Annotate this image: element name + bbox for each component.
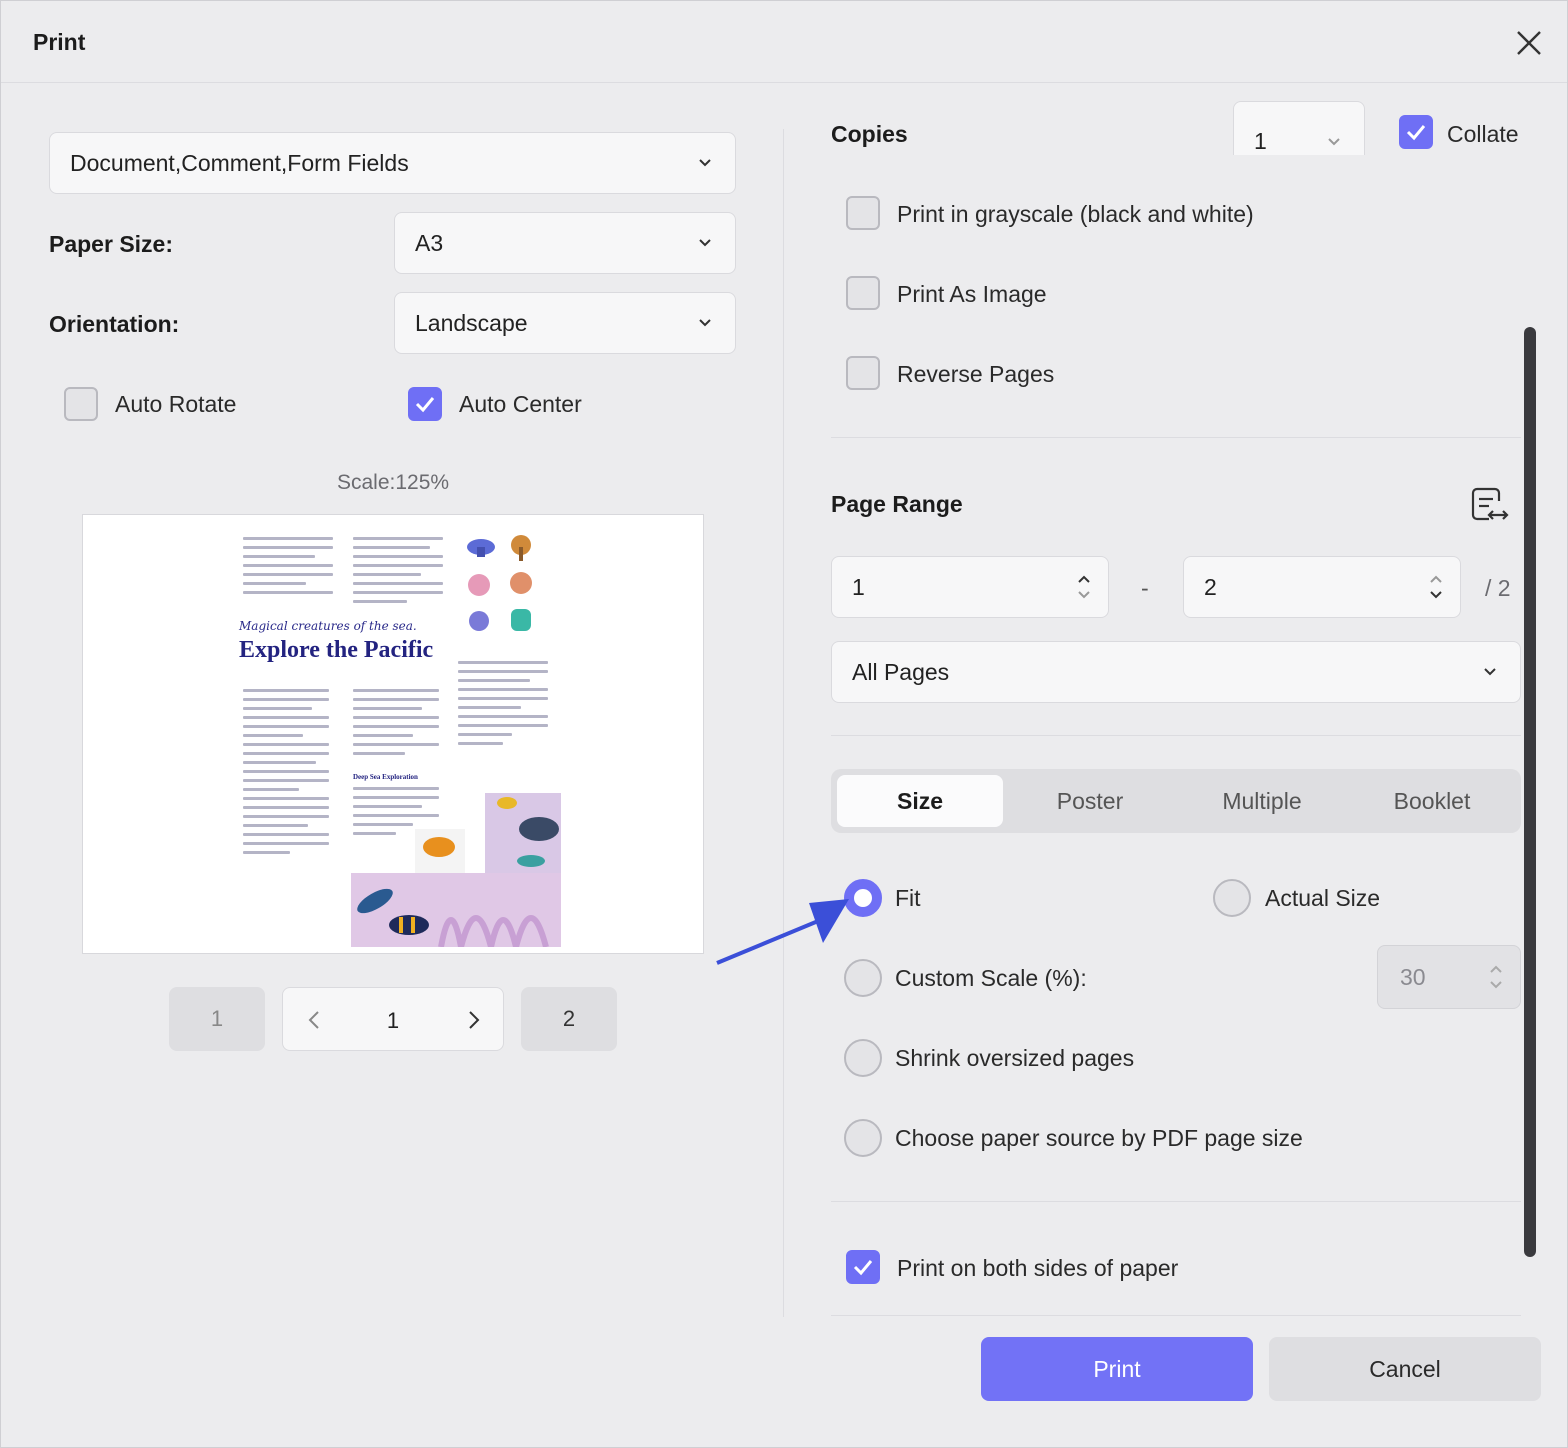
paper-size-select[interactable]: A3 bbox=[394, 212, 736, 274]
range-total: / 2 bbox=[1485, 575, 1511, 601]
scale-text: Scale:125% bbox=[337, 471, 450, 494]
preview-section-heading: Deep Sea Exploration bbox=[353, 773, 418, 781]
range-from-input[interactable]: 1 bbox=[831, 556, 1109, 618]
sea-photo-collage bbox=[351, 793, 561, 947]
orientation-value: Landscape bbox=[415, 309, 528, 336]
actual-size-radio[interactable] bbox=[1213, 879, 1251, 917]
auto-rotate-checkbox[interactable] bbox=[64, 387, 98, 421]
auto-rotate-label: Auto Rotate bbox=[115, 391, 237, 417]
tab-poster[interactable]: Poster bbox=[1007, 775, 1173, 827]
stepper-arrows-icon[interactable] bbox=[1076, 571, 1092, 603]
section-divider bbox=[831, 735, 1521, 736]
checkmark-icon bbox=[415, 397, 435, 413]
custom-scale-label: Custom Scale (%): bbox=[895, 965, 1087, 991]
scrollbar-thumb[interactable] bbox=[1524, 327, 1536, 1257]
auto-center-checkbox[interactable] bbox=[408, 387, 442, 421]
copies-label: Copies bbox=[831, 121, 908, 147]
section-divider bbox=[831, 1201, 1521, 1202]
pages-select[interactable]: All Pages bbox=[831, 641, 1521, 703]
custom-scale-input[interactable]: 30 bbox=[1377, 945, 1521, 1009]
print-button[interactable]: Print bbox=[981, 1337, 1253, 1401]
first-page-button[interactable]: 1 bbox=[169, 987, 265, 1051]
content-select[interactable]: Document,Comment,Form Fields bbox=[49, 132, 736, 194]
preview-text-block bbox=[243, 537, 333, 600]
preview-text-block bbox=[353, 689, 439, 761]
preview-subtitle: Magical creatures of the sea. bbox=[239, 619, 417, 633]
print-as-image-label: Print As Image bbox=[897, 281, 1047, 307]
chevron-down-icon bbox=[1328, 138, 1340, 146]
print-as-image-checkbox[interactable] bbox=[846, 276, 880, 310]
chevron-right-icon[interactable] bbox=[465, 1010, 483, 1030]
stepper-arrows-icon bbox=[1490, 965, 1502, 989]
shrink-oversized-radio[interactable] bbox=[844, 1039, 882, 1077]
title-bar: Print bbox=[1, 1, 1567, 83]
copies-row: Copies 1 Collate bbox=[831, 101, 1551, 155]
reverse-pages-checkbox[interactable] bbox=[846, 356, 880, 390]
preview-text-block bbox=[243, 689, 329, 860]
content-select-value: Document,Comment,Form Fields bbox=[70, 149, 409, 176]
collate-checkbox[interactable] bbox=[1399, 115, 1433, 149]
fit-label: Fit bbox=[895, 885, 921, 911]
both-sides-checkbox[interactable] bbox=[846, 1250, 880, 1284]
tab-booklet[interactable]: Booklet bbox=[1349, 775, 1515, 827]
chevron-down-icon bbox=[1484, 668, 1496, 676]
copies-input[interactable]: 1 bbox=[1233, 101, 1365, 155]
print-mode-tabs: Size Poster Multiple Booklet bbox=[831, 769, 1521, 833]
range-to-input[interactable]: 2 bbox=[1183, 556, 1461, 618]
custom-scale-value: 30 bbox=[1400, 963, 1426, 990]
copies-value: 1 bbox=[1254, 127, 1267, 154]
coral-illustration bbox=[467, 535, 532, 631]
pages-select-value: All Pages bbox=[852, 658, 950, 685]
page-navigator: 1 bbox=[282, 987, 504, 1051]
checkmark-icon bbox=[1406, 125, 1426, 141]
shrink-oversized-label: Shrink oversized pages bbox=[895, 1045, 1135, 1071]
chevron-down-icon bbox=[699, 319, 711, 327]
tab-size[interactable]: Size bbox=[837, 775, 1003, 827]
print-preview: Magical creatures of the sea. Explore th… bbox=[82, 514, 704, 954]
cancel-button[interactable]: Cancel bbox=[1269, 1337, 1541, 1401]
chevron-down-icon bbox=[699, 159, 711, 167]
page-range-title: Page Range bbox=[831, 491, 963, 517]
orientation-label: Orientation: bbox=[49, 311, 180, 337]
paper-source-label: Choose paper source by PDF page size bbox=[895, 1125, 1303, 1151]
page-swap-icon[interactable] bbox=[1469, 483, 1511, 525]
panel-divider bbox=[783, 129, 784, 1317]
both-sides-label: Print on both sides of paper bbox=[897, 1255, 1179, 1281]
preview-text-block bbox=[353, 537, 443, 609]
collate-label: Collate bbox=[1447, 121, 1519, 147]
tab-multiple[interactable]: Multiple bbox=[1177, 775, 1347, 827]
orientation-select[interactable]: Landscape bbox=[394, 292, 736, 354]
annotation-arrow-icon bbox=[716, 899, 849, 965]
paper-size-value: A3 bbox=[415, 229, 444, 256]
print-dialog: Print Document,Comment,Form Fields Paper… bbox=[0, 0, 1568, 1448]
range-dash: - bbox=[1141, 575, 1149, 601]
range-from-value: 1 bbox=[852, 573, 865, 600]
range-to-value: 2 bbox=[1204, 573, 1217, 600]
auto-center-label: Auto Center bbox=[459, 391, 582, 417]
last-page-button[interactable]: 2 bbox=[521, 987, 617, 1051]
paper-source-radio[interactable] bbox=[844, 1119, 882, 1157]
grayscale-label: Print in grayscale (black and white) bbox=[897, 201, 1254, 227]
section-divider bbox=[831, 1315, 1521, 1316]
checkmark-icon bbox=[853, 1260, 873, 1276]
stepper-arrows-icon[interactable] bbox=[1428, 571, 1444, 603]
section-divider bbox=[831, 437, 1521, 438]
preview-title: Explore the Pacific bbox=[239, 637, 434, 663]
chevron-down-icon bbox=[699, 239, 711, 247]
reverse-pages-label: Reverse Pages bbox=[897, 361, 1055, 387]
paper-size-label: Paper Size: bbox=[49, 231, 173, 257]
dialog-title: Print bbox=[33, 29, 86, 55]
grayscale-checkbox[interactable] bbox=[846, 196, 880, 230]
preview-text-block bbox=[458, 661, 548, 751]
close-icon[interactable] bbox=[1511, 25, 1547, 61]
actual-size-label: Actual Size bbox=[1265, 885, 1381, 911]
